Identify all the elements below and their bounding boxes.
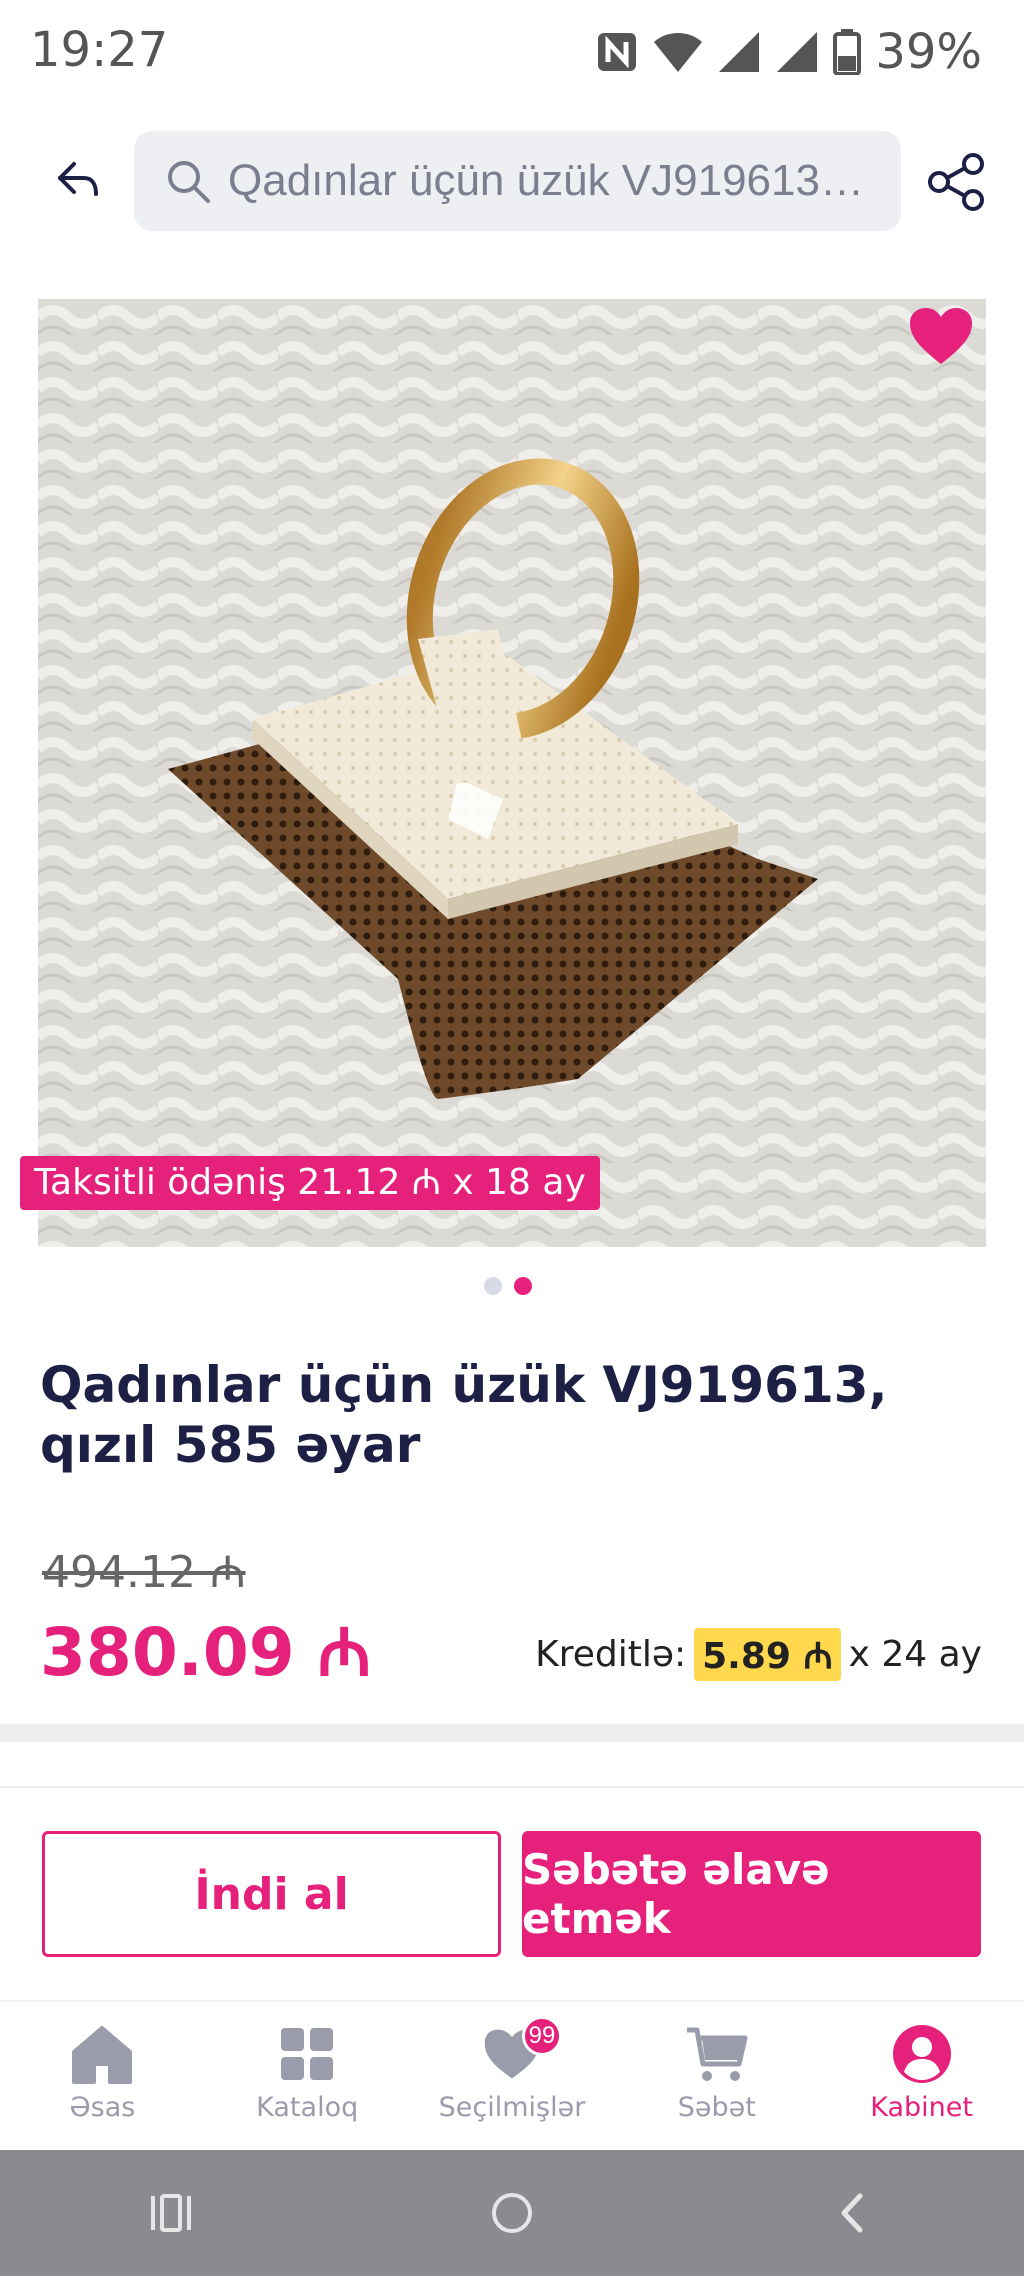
battery-level: 39% — [875, 24, 982, 80]
credit-term: x 24 ay — [848, 1634, 982, 1675]
nfc-icon — [598, 33, 637, 71]
home-icon — [72, 2026, 133, 2084]
pagination-dot[interactable] — [484, 1277, 502, 1295]
product-image — [38, 299, 986, 1247]
user-icon — [892, 2025, 951, 2083]
credit-label: Kreditlə: — [535, 1634, 687, 1675]
divider — [0, 1786, 1024, 1788]
add-to-cart-button[interactable]: Səbətə əlavə etmək — [522, 1831, 981, 1957]
product-title: Qadınlar üçün üzük VJ919613, qızıl 585 ə… — [40, 1356, 888, 1474]
section-divider — [0, 1724, 1024, 1742]
system-navigation-bar — [0, 2150, 1024, 2276]
gallery-pagination — [484, 1277, 532, 1295]
heart-icon — [910, 308, 972, 364]
recent-apps-icon[interactable] — [146, 2188, 196, 2238]
search-query-text: Qadınlar üçün üzük VJ919613,... — [228, 156, 868, 205]
cart-icon — [686, 2027, 748, 2081]
credit-amount: 5.89 ₼ — [694, 1628, 841, 1681]
nav-item-cart[interactable]: Səbət — [614, 2002, 819, 2152]
current-price: 380.09 ₼ — [40, 1614, 372, 1691]
search-input[interactable]: Qadınlar üçün üzük VJ919613,... — [134, 131, 901, 231]
nav-label: Seçilmişlər — [438, 2092, 586, 2123]
share-icon — [928, 153, 984, 211]
share-button[interactable] — [925, 150, 989, 214]
nav-label: Kataloq — [256, 2092, 359, 2123]
signal-icon — [719, 32, 760, 72]
back-button[interactable] — [50, 150, 110, 210]
battery-icon — [833, 29, 862, 75]
signal-icon — [777, 32, 818, 72]
product-image-gallery[interactable] — [38, 299, 986, 1247]
nav-item-catalog[interactable]: Kataloq — [205, 2002, 410, 2152]
system-back-icon[interactable] — [828, 2188, 878, 2238]
nav-label: Əsas — [69, 2092, 136, 2123]
nav-item-favorites[interactable]: 99 Seçilmişlər — [410, 2002, 615, 2152]
home-circle-icon[interactable] — [487, 2188, 537, 2238]
old-price: 494.12 ₼ — [42, 1547, 246, 1598]
status-icons: 39% — [595, 22, 982, 82]
nav-item-cabinet[interactable]: Kabinet — [819, 2002, 1024, 2152]
back-arrow-icon — [58, 162, 98, 196]
credit-info: Kreditlə: 5.89 ₼ x 24 ay — [535, 1628, 982, 1681]
favorite-button[interactable] — [908, 306, 974, 366]
wifi-icon — [654, 33, 703, 72]
installment-badge: Taksitli ödəniş 21.12 ₼ x 18 ay — [20, 1156, 600, 1210]
status-time: 19:27 — [30, 22, 169, 78]
pagination-dot-active[interactable] — [514, 1277, 532, 1295]
bottom-navigation: Əsas Kataloq 99 Seçilmişlər Səbət Kabine… — [0, 2000, 1024, 2152]
favorites-count-badge: 99 — [521, 2016, 562, 2056]
nav-label: Səbət — [677, 2092, 756, 2123]
buy-now-button[interactable]: İndi al — [42, 1831, 501, 1957]
search-icon — [168, 161, 210, 203]
grid-icon — [281, 2028, 334, 2080]
nav-item-home[interactable]: Əsas — [0, 2002, 205, 2152]
nav-label: Kabinet — [870, 2092, 973, 2123]
